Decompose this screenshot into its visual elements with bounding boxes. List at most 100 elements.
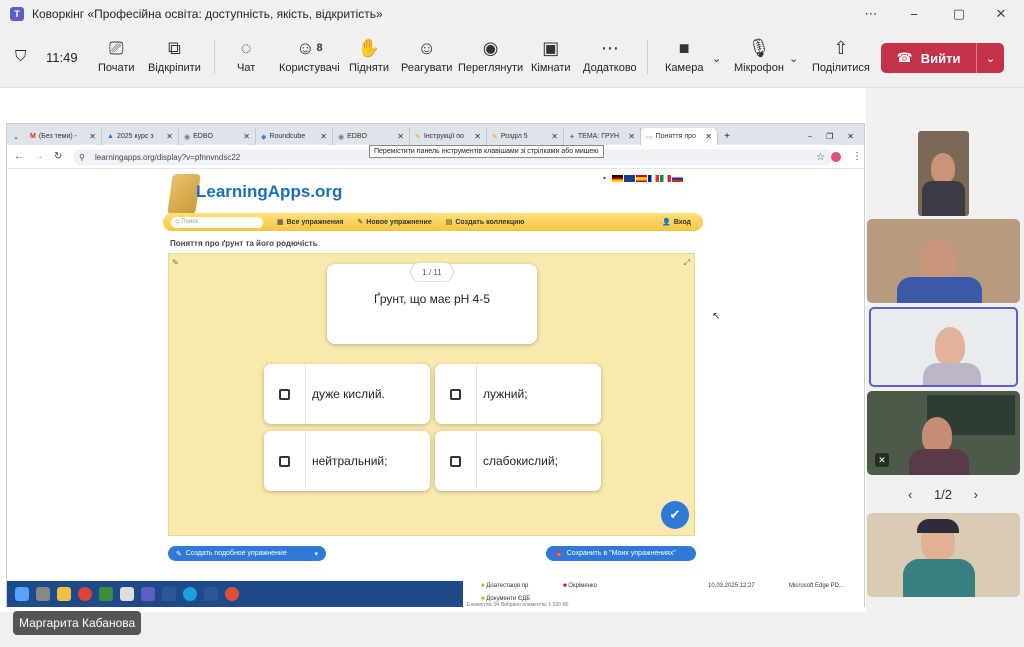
check-answer-button[interactable]: ✔ [661,501,689,529]
answer-option[interactable]: лужний; [435,364,601,424]
nav-login[interactable]: 👤 Вход [662,218,691,227]
file-type: Microsoft Edge PD... [789,583,845,589]
raise-hand-button[interactable]: ✋ Підняти [349,36,389,75]
app-icon[interactable] [225,587,239,601]
close-icon[interactable]: ✕ [705,132,712,141]
close-icon[interactable]: ✕ [847,132,854,141]
save-to-my-exercises-button[interactable]: 🔖 Сохранить в "Моих упражнениях" [546,546,696,561]
leave-button[interactable]: ☎ Вийти ⌄ [881,43,1004,73]
fullscreen-icon[interactable]: ⤢ [684,258,690,268]
checkbox[interactable] [279,455,290,467]
close-icon[interactable]: ✕ [474,132,481,141]
participant-video[interactable] [867,219,1020,303]
close-icon[interactable]: ✕ [89,132,96,141]
app-icon[interactable] [120,587,134,601]
minimize-button[interactable]: ⎯ [896,0,932,28]
taskview-icon[interactable] [36,587,50,601]
more-options-icon[interactable]: ⋯ [853,0,889,28]
flag-es-icon[interactable] [636,175,647,182]
reload-icon[interactable]: ↻ [54,151,62,162]
people-button[interactable]: ☺ 8 Користувачі [279,36,340,75]
search-input[interactable]: ⚲ Поиск [171,216,263,228]
chevron-down-icon[interactable]: ▾ [314,550,318,558]
back-icon[interactable]: ← [14,151,24,162]
participant-video[interactable] [867,513,1020,597]
rooms-button[interactable]: ▣ Кімнати [531,36,571,75]
participant-video[interactable]: ✕ [867,391,1020,475]
flag-fr-icon[interactable] [648,175,659,182]
chevron-right-icon[interactable]: › [974,487,978,502]
people-icon: ☺ 8 [296,37,323,58]
popout-button[interactable]: ⧉ Відкріпити [148,36,201,75]
restore-icon[interactable]: ❐ [826,132,833,141]
browser-tab[interactable]: ▲ 2025 курс з ✕ [102,128,179,145]
tab-search-icon[interactable]: ⌄ [7,128,25,145]
explorer-icon[interactable] [57,587,71,601]
app-icon[interactable] [204,587,218,601]
flag-it-icon[interactable] [660,175,671,182]
minimize-icon[interactable]: ⎯ [808,132,812,142]
chat-button[interactable]: ◌ Чат [237,36,255,75]
checkbox[interactable] [450,388,461,400]
chrome-icon[interactable] [78,587,92,601]
learningapps-logo[interactable]: LearningApps.org [167,174,350,214]
chevron-down-icon[interactable]: ▾ [603,175,611,182]
edit-icon[interactable]: ✎ [172,258,179,267]
profile-avatar[interactable] [831,151,841,162]
close-button[interactable]: ✕ [983,0,1019,28]
close-icon[interactable]: ✕ [628,132,635,141]
nav-all-exercises[interactable]: ▦ Все упражнения [277,218,343,227]
start-icon[interactable] [15,587,29,601]
close-icon[interactable]: ✕ [166,132,173,141]
close-icon[interactable]: ✕ [320,132,327,141]
browser-tab[interactable]: ✦ ТЕМА: ГРУН ✕ [564,128,641,145]
answer-option[interactable]: слабокислий; [435,431,601,491]
camera-options-chevron[interactable]: ⌄ [712,46,721,70]
share-button[interactable]: ⇧ Поділитися [812,36,870,75]
close-icon[interactable]: ✕ [243,132,250,141]
present-button[interactable]: ⎚ Почати [98,36,135,75]
new-tab-button[interactable]: + [718,128,736,145]
mic-options-chevron[interactable]: ⌄ [789,46,798,70]
browser-tab[interactable]: ✎ Розділ 5 ✕ [487,128,564,145]
browser-tab[interactable]: M (Без теми) - ✕ [25,128,102,145]
bookmark-star-icon[interactable]: ☆ [816,152,825,163]
view-button[interactable]: ◉ Переглянути [458,36,523,75]
flag-gb-icon[interactable] [624,175,635,182]
nav-create-collection[interactable]: ▤ Создать коллекцию [446,218,525,227]
checkbox[interactable] [450,455,461,467]
app-icon[interactable] [99,587,113,601]
more-button[interactable]: ⋯ Додатково [583,36,637,75]
nav-new-exercise[interactable]: ✎ Новое упражнение [357,218,431,227]
answer-option[interactable]: нейтральний; [264,431,430,491]
close-icon[interactable]: ✕ [551,132,558,141]
flag-ru-icon[interactable] [672,175,683,182]
close-icon[interactable]: ✕ [397,132,404,141]
browser-menu-icon[interactable]: ⋮ [852,151,862,162]
browser-tab-active[interactable]: ▭ Поняття про ✕ [641,128,718,145]
camera-button[interactable]: ■ Камера [665,36,703,75]
participant-video-active[interactable] [869,307,1018,387]
file-item[interactable]: ■ Окріменко [563,583,597,589]
create-similar-button[interactable]: ✎ Создать подобное упражнение ▾ [168,546,326,561]
pdf-icon: ■ [563,583,567,589]
leave-main[interactable]: ☎ Вийти [881,50,976,66]
edge-icon[interactable] [183,587,197,601]
maximize-button[interactable]: ▢ [941,0,977,28]
checkbox[interactable] [279,388,290,400]
word-icon[interactable] [162,587,176,601]
leave-options-chevron[interactable]: ⌄ [976,43,1004,73]
teams-icon[interactable] [141,587,155,601]
mic-button[interactable]: 🎙 Мікрофон [734,36,784,75]
browser-tab[interactable]: ◉ EDBO ✕ [179,128,256,145]
browser-tab[interactable]: ◉ EDBO ✕ [333,128,410,145]
answer-option[interactable]: дуже кислий. [264,364,430,424]
flag-de-icon[interactable] [612,175,623,182]
forward-icon[interactable]: → [34,151,44,162]
react-button[interactable]: ☺ Реагувати [401,36,452,75]
chevron-left-icon[interactable]: ‹ [908,487,912,502]
browser-tab[interactable]: ✎ Інструкції по ✕ [410,128,487,145]
browser-tab[interactable]: ◆ Roundcube ✕ [256,128,333,145]
participant-video[interactable] [918,131,969,216]
folder-item[interactable]: ■ Доатестація пр [481,583,528,589]
